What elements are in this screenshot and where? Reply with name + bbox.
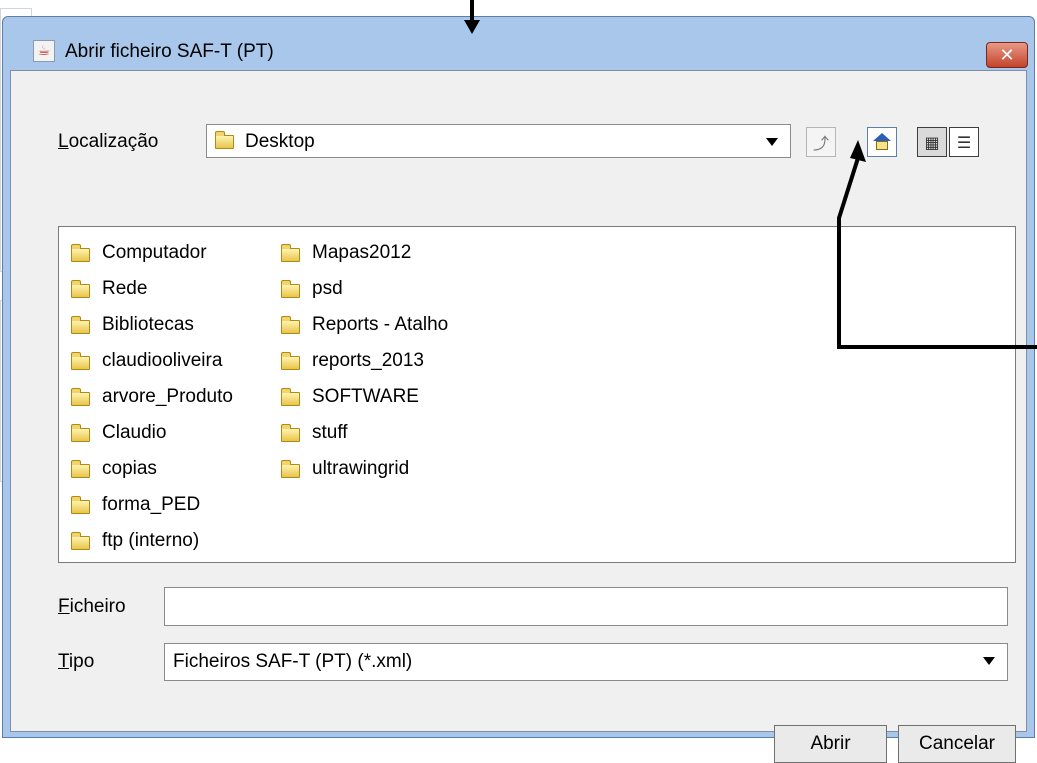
annotation-arrow-home <box>837 140 1037 349</box>
